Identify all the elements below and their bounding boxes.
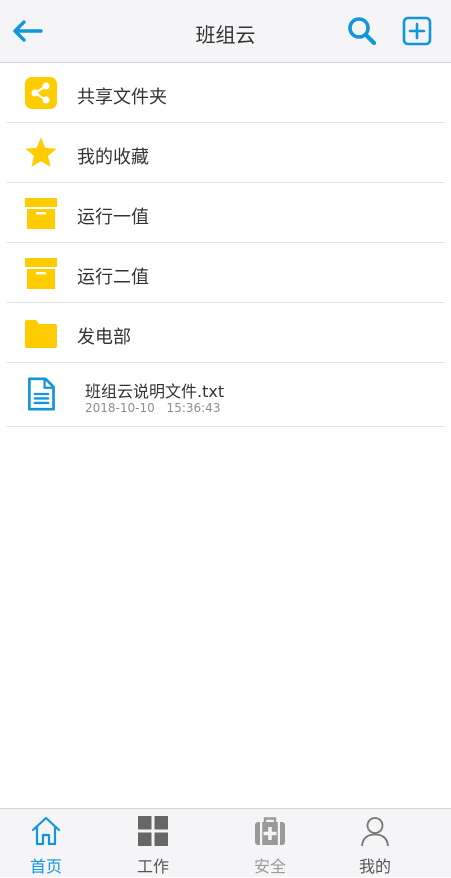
list-item-shared-folder[interactable]: 共享文件夹 (6, 63, 445, 123)
bottom-tab-bar: 首页 工作 安全 我的 (0, 808, 451, 877)
search-icon[interactable] (346, 15, 378, 47)
file-date: 2018-10-10 15:36:43 (85, 401, 221, 415)
tab-label: 首页 (29, 857, 62, 876)
share-folder-icon (25, 77, 57, 109)
file-list: 共享文件夹 我的收藏 运行一值 运行二值 发电部 班组云说明文件.txt 201… (0, 63, 451, 427)
tab-safety[interactable]: 安全 (230, 809, 310, 878)
list-item-label: 发电部 (77, 327, 131, 348)
archive-box-icon (25, 198, 57, 229)
grid-icon (138, 816, 168, 846)
back-arrow-icon[interactable] (10, 16, 44, 46)
tab-profile[interactable]: 我的 (335, 809, 415, 878)
document-icon (28, 377, 55, 411)
list-item-favorites[interactable]: 我的收藏 (6, 123, 445, 183)
star-icon (25, 137, 57, 167)
home-icon (31, 816, 61, 846)
tab-label: 我的 (358, 857, 391, 876)
tab-label: 安全 (253, 857, 286, 876)
list-item-label: 我的收藏 (77, 147, 149, 168)
add-icon[interactable] (401, 15, 433, 47)
list-item-power-department[interactable]: 发电部 (6, 303, 445, 363)
user-icon (361, 817, 389, 847)
list-item-shift-two[interactable]: 运行二值 (6, 243, 445, 303)
page-title: 班组云 (195, 23, 256, 47)
file-name: 班组云说明文件.txt (85, 382, 225, 401)
folder-icon (25, 320, 57, 348)
first-aid-kit-icon (255, 817, 285, 845)
tab-work[interactable]: 工作 (113, 809, 193, 878)
list-item-file[interactable]: 班组云说明文件.txt 2018-10-10 15:36:43 (6, 363, 445, 427)
list-item-label: 运行一值 (77, 207, 149, 228)
tab-home[interactable]: 首页 (6, 809, 86, 878)
list-item-label: 运行二值 (77, 267, 149, 288)
top-bar: 班组云 (0, 0, 451, 63)
list-item-label: 共享文件夹 (77, 87, 167, 108)
tab-label: 工作 (136, 857, 169, 876)
archive-box-icon (25, 258, 57, 289)
list-item-shift-one[interactable]: 运行一值 (6, 183, 445, 243)
